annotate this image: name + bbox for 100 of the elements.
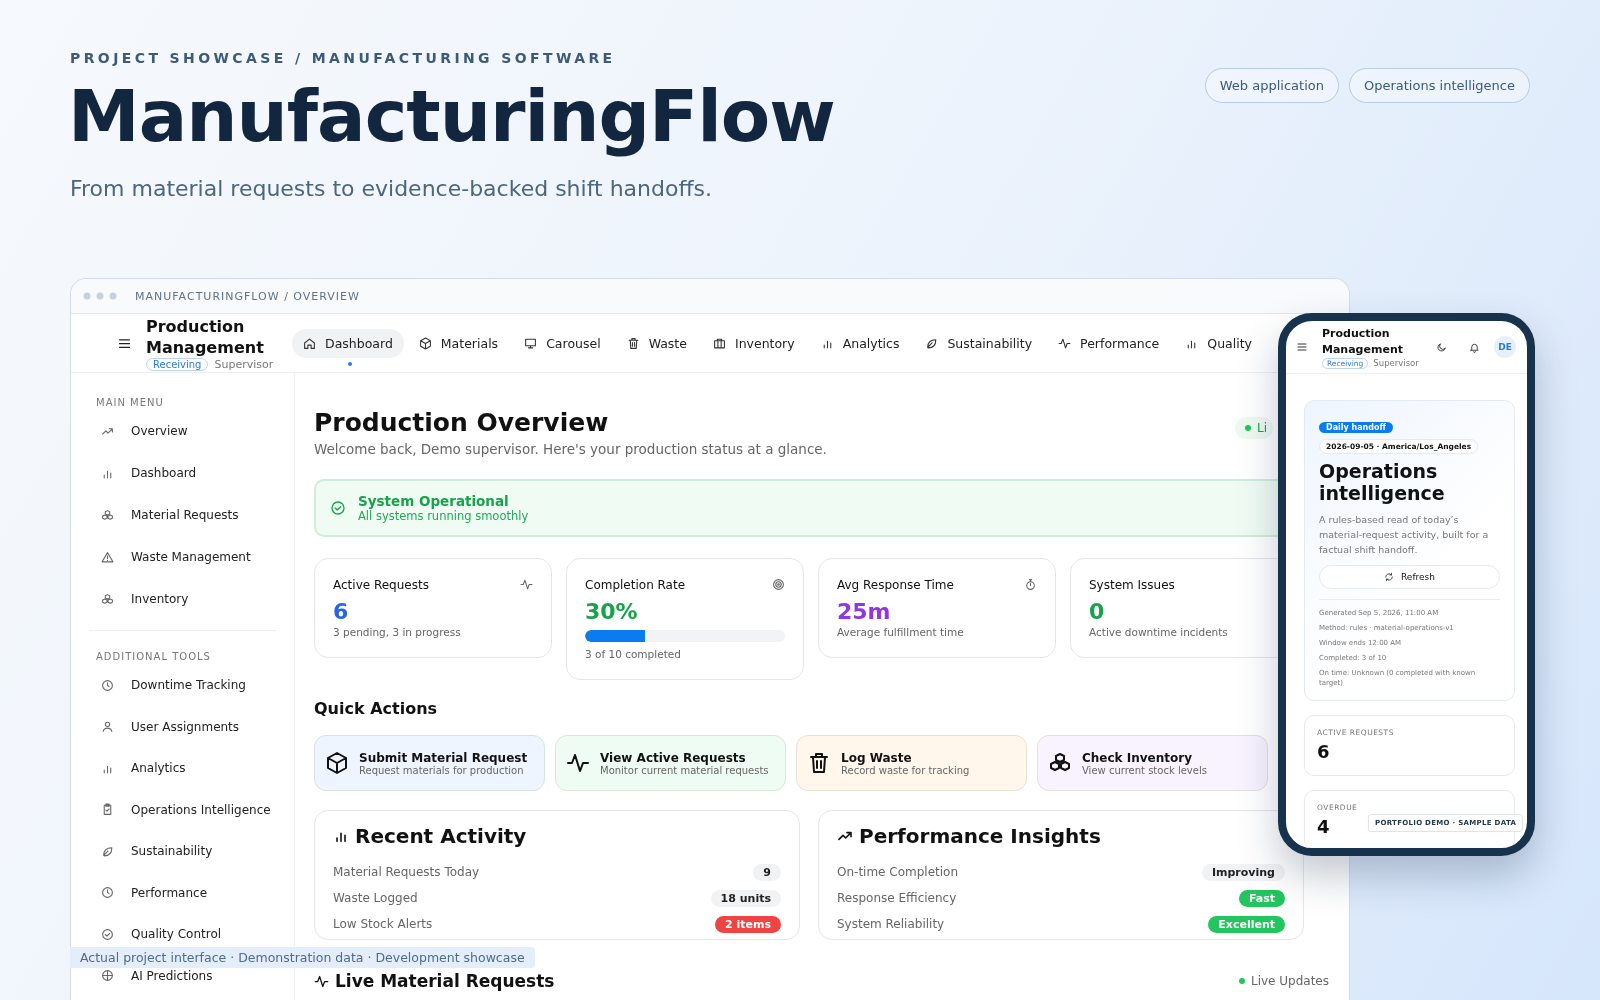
- metric-badge: Excellent: [1208, 915, 1285, 933]
- quick-action-button[interactable]: Check Inventory View current stock levels: [1037, 735, 1268, 791]
- sidebar-item[interactable]: Overview: [93, 420, 286, 442]
- sidebar-item[interactable]: Dashboard: [93, 462, 286, 484]
- metric-label: Waste Logged: [333, 891, 418, 905]
- sidebar-item[interactable]: Waste Management: [93, 546, 286, 568]
- metric-label: System Reliability: [837, 917, 945, 931]
- page-subtitle: Welcome back, Demo supervisor. Here's your production status at a glance.: [314, 441, 827, 457]
- nav-tab[interactable]: Carousel: [513, 328, 612, 358]
- status-dot: [1238, 978, 1245, 984]
- warning-icon: [101, 550, 114, 564]
- sidebar-item[interactable]: Downtime Tracking: [93, 674, 286, 696]
- cubes-icon: [101, 592, 114, 606]
- nav-tab[interactable]: Quality: [1174, 328, 1263, 358]
- nav-tab[interactable]: Sustainability: [914, 328, 1044, 358]
- metric-badge: 18 units: [710, 889, 781, 907]
- stat-label: Active Requests: [333, 578, 429, 592]
- window-dots-icon: [83, 292, 117, 300]
- stat-label: Avg Response Time: [837, 578, 954, 592]
- hero-title: ManufacturingFlow: [68, 73, 835, 160]
- stat-value: 6: [333, 599, 350, 624]
- stat-note: 3 pending, 3 in progress: [333, 626, 462, 638]
- sidebar-item[interactable]: User Assignments: [93, 715, 286, 738]
- metric-badge: Improving: [1201, 863, 1285, 881]
- panel-title: Performance Insights: [859, 823, 1101, 849]
- monitor-icon: [524, 336, 538, 350]
- briefcase-icon: [712, 336, 726, 350]
- stat-note: Average fulfillment time: [837, 626, 965, 638]
- hero-subtitle: From material requests to evidence-backed shift handoffs.: [70, 176, 714, 201]
- pulse-icon: [520, 578, 533, 591]
- sidebar-item[interactable]: Analytics: [93, 757, 286, 779]
- leaf-icon: [101, 844, 114, 858]
- section-title: Quick Actions: [314, 698, 439, 720]
- bell-icon: [1469, 341, 1480, 353]
- metric-label: On-time Completion: [837, 865, 959, 879]
- eyebrow-text: PROJECT SHOWCASE / MANUFACTURING SOFTWARE: [70, 50, 617, 66]
- nav-tab[interactable]: Inventory: [701, 328, 806, 358]
- target-icon: [772, 578, 785, 591]
- stat-value: 25m: [837, 599, 892, 624]
- cubes-icon: [101, 508, 114, 522]
- section-label: ADDITIONAL TOOLS: [96, 650, 212, 664]
- live-badge: Li: [1234, 417, 1273, 439]
- tag-chip: Operations intelligence: [1348, 68, 1530, 103]
- check-circle-icon: [330, 500, 346, 516]
- sidebar-item[interactable]: Performance: [93, 881, 286, 904]
- sidebar-item[interactable]: Quality Control: [93, 923, 286, 945]
- metric-value: 6: [1317, 741, 1330, 762]
- clock-icon: [101, 886, 114, 899]
- stopwatch-icon: [1024, 578, 1037, 591]
- sidebar-item[interactable]: Material Requests: [93, 504, 286, 526]
- card-description: A rules-based read of today’s material-request activity, built for a factual shift handoff.: [1319, 513, 1490, 557]
- moon-icon: [1436, 341, 1447, 353]
- quick-action-button[interactable]: Submit Material Request Request materials for production: [314, 735, 545, 791]
- breadcrumb: MANUFACTURINGFLOW / OVERVIEW: [135, 289, 360, 303]
- refresh-icon: [1384, 572, 1394, 582]
- nav-tab[interactable]: Analytics: [809, 328, 911, 358]
- quick-action-button[interactable]: Log Waste Record waste for tracking: [796, 735, 1027, 791]
- section-label: MAIN MENU: [96, 396, 165, 410]
- stat-label: Completion Rate: [585, 578, 686, 592]
- sidebar-item[interactable]: Inventory: [93, 588, 286, 610]
- nav-tab[interactable]: Waste: [615, 328, 698, 358]
- nav-tab[interactable]: Materials: [407, 328, 510, 358]
- stat-value: 0: [1089, 599, 1106, 624]
- pulse-icon: [314, 973, 329, 989]
- trash-icon: [626, 336, 640, 350]
- sidebar-item[interactable]: Sustainability: [93, 840, 286, 862]
- metric-label: Response Efficiency: [837, 891, 957, 905]
- globe-icon: [101, 969, 114, 982]
- trash-icon: [807, 751, 831, 775]
- leaf-icon: [925, 336, 939, 350]
- refresh-button[interactable]: Refresh: [1319, 565, 1500, 589]
- page-title: Production Overview: [314, 407, 610, 439]
- home-icon: [303, 336, 316, 350]
- tag-chip: Web application: [1204, 68, 1339, 103]
- stat-value: 30%: [585, 599, 639, 624]
- clipboard-icon: [101, 803, 114, 816]
- sidebar-item[interactable]: Operations Intelligence: [93, 798, 286, 821]
- clock-icon: [101, 678, 114, 692]
- pulse-icon: [1058, 336, 1072, 350]
- metric-label: Low Stock Alerts: [333, 917, 433, 931]
- avatar[interactable]: DE: [1494, 336, 1516, 358]
- user-icon: [101, 720, 114, 733]
- nav-tab[interactable]: Performance: [1047, 328, 1171, 358]
- card-title: Operations intelligence: [1319, 460, 1446, 504]
- cube-icon: [325, 751, 349, 775]
- role-label: Supervisor: [214, 357, 274, 371]
- app-title: Production Management: [1322, 325, 1404, 358]
- stat-note: Active downtime incidents: [1089, 626, 1229, 638]
- caption-text: Actual project interface · Demonstration data · Development showcase: [70, 947, 535, 968]
- metric-value: 4: [1317, 816, 1330, 837]
- role-label: Supervisor: [1373, 358, 1419, 368]
- app-title: Production Management: [146, 315, 265, 358]
- metric-badge: 9: [753, 863, 781, 881]
- metric-badge: 2 items: [715, 915, 781, 933]
- quick-action-button[interactable]: View Active Requests Monitor current material requests: [555, 735, 786, 791]
- stat-note: 3 of 10 completed: [585, 648, 682, 660]
- section-title: Live Material Requests: [335, 970, 555, 992]
- check-circle-icon: [101, 927, 114, 941]
- metric-badge: Fast: [1238, 889, 1285, 907]
- metric-label: Material Requests Today: [333, 865, 480, 879]
